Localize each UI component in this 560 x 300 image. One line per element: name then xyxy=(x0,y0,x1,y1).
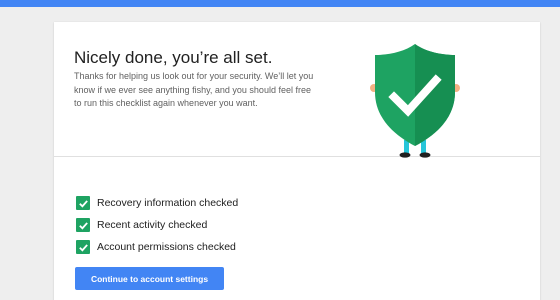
success-description: Thanks for helping us look out for your … xyxy=(74,71,314,108)
success-title: Nicely done, you’re all set. xyxy=(74,48,273,67)
checklist-item-label: Recovery information checked xyxy=(97,197,239,209)
checklist-item-activity: Recent activity checked xyxy=(76,214,238,236)
shield-check-icon xyxy=(370,44,460,158)
checkmark-icon xyxy=(76,196,90,210)
top-accent-bar xyxy=(0,0,560,7)
continue-to-account-settings-button[interactable]: Continue to account settings xyxy=(75,267,224,290)
checkmark-icon xyxy=(76,240,90,254)
checklist-item-recovery: Recovery information checked xyxy=(76,192,238,214)
checklist-item-label: Recent activity checked xyxy=(97,219,208,231)
checklist-item-label: Account permissions checked xyxy=(97,241,236,253)
security-checkup-card: Nicely done, you’re all set. Thanks for … xyxy=(54,22,540,300)
success-section: Nicely done, you’re all set. Thanks for … xyxy=(54,22,540,158)
checkmark-icon xyxy=(76,218,90,232)
checklist-item-permissions: Account permissions checked xyxy=(76,236,238,258)
security-checklist: Recovery information checked Recent acti… xyxy=(76,192,238,258)
